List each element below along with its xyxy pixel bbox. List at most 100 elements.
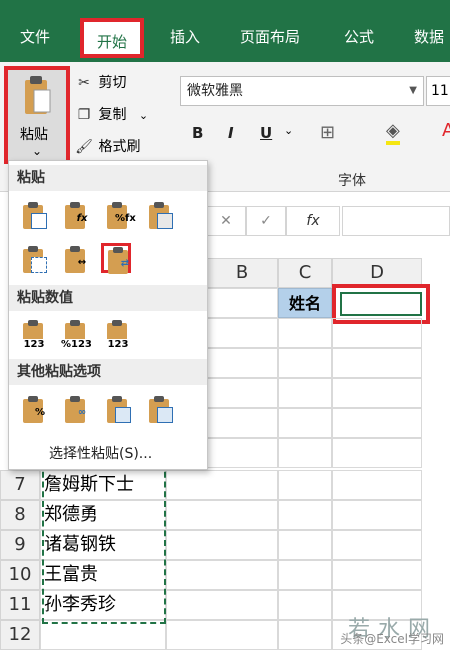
cell-b[interactable] — [206, 288, 278, 318]
cell-b[interactable] — [166, 590, 278, 620]
font-name-select[interactable]: 微软雅黑 ▼ — [180, 76, 424, 106]
cell-c[interactable] — [278, 438, 332, 468]
row-header[interactable]: 12 — [0, 620, 40, 650]
paste-option-formatting[interactable]: % — [19, 395, 49, 425]
cell-b[interactable] — [166, 470, 278, 500]
cell-d[interactable] — [332, 560, 422, 590]
other-paste-section-header: 其他粘贴选项 — [9, 359, 207, 385]
tab-data[interactable]: 数据 — [414, 26, 444, 47]
paste-option-values-source-format[interactable]: 123 — [103, 319, 133, 350]
tab-page-layout[interactable]: 页面布局 — [240, 26, 300, 47]
italic-button[interactable]: I — [228, 124, 234, 142]
paste-option-link[interactable]: ∞ — [61, 395, 91, 425]
cell-b[interactable] — [206, 408, 278, 438]
paste-option-paste[interactable] — [19, 201, 49, 231]
cell-b[interactable] — [166, 560, 278, 590]
cell-d[interactable] — [332, 378, 422, 408]
chevron-down-icon[interactable]: ⌄ — [284, 124, 293, 137]
paste-options-menu: 粘贴 fx %fx ↔ ⇄ 粘贴数值 123 %123 123 其他粘贴选项 %… — [8, 160, 208, 470]
clipboard-icon — [25, 76, 51, 114]
font-name-value: 微软雅黑 — [187, 83, 243, 99]
column-header-b[interactable]: B — [206, 258, 278, 288]
cell-c[interactable] — [278, 470, 332, 500]
cell-b[interactable] — [166, 500, 278, 530]
copy-label: 复制 — [98, 107, 127, 123]
paste-values-section-header: 粘贴数值 — [9, 285, 207, 311]
border-icon[interactable]: ⊞ — [320, 122, 335, 143]
format-painter-button[interactable]: 🖌 格式刷 — [74, 136, 140, 156]
cell-d[interactable] — [332, 470, 422, 500]
cell-b[interactable] — [206, 348, 278, 378]
name-cell[interactable] — [40, 620, 166, 650]
row-header[interactable]: 7 — [0, 470, 40, 500]
cell-c[interactable] — [278, 318, 332, 348]
tab-formulas[interactable]: 公式 — [344, 26, 374, 47]
bold-button[interactable]: B — [192, 124, 203, 142]
copy-icon: ❐ — [77, 107, 91, 123]
cell-d[interactable] — [332, 530, 422, 560]
cell-b[interactable] — [206, 438, 278, 468]
cell-d[interactable] — [332, 500, 422, 530]
name-header-cell[interactable]: 姓名 — [278, 288, 332, 318]
column-header-c[interactable]: C — [278, 258, 332, 288]
font-size-select[interactable]: 11 — [426, 76, 450, 106]
paste-option-formulas-number-format[interactable]: %fx — [103, 201, 136, 231]
paste-option-picture[interactable] — [103, 395, 133, 425]
font-group-label: 字体 — [338, 173, 366, 189]
formula-icon: fx — [76, 213, 88, 224]
paste-option-formulas[interactable]: fx — [61, 201, 91, 231]
cell-c[interactable] — [278, 348, 332, 378]
fx-button[interactable]: fx — [286, 206, 340, 236]
row-header[interactable]: 11 — [0, 590, 40, 620]
cell-d[interactable] — [332, 348, 422, 378]
formula-input[interactable] — [342, 206, 450, 236]
scissors-icon: ✂ — [78, 75, 90, 91]
font-color-icon[interactable]: A — [442, 120, 450, 141]
tab-file[interactable]: 文件 — [20, 26, 50, 47]
cell-c[interactable] — [278, 530, 332, 560]
cell-c[interactable] — [278, 408, 332, 438]
cell-c[interactable] — [278, 378, 332, 408]
paste-option-values[interactable]: 123 — [19, 319, 49, 350]
cell-c[interactable] — [278, 590, 332, 620]
cell-b[interactable] — [166, 620, 278, 650]
paste-label: 粘贴 — [20, 127, 48, 143]
linked-picture-icon — [157, 407, 173, 423]
cell-b[interactable] — [206, 378, 278, 408]
row-header[interactable]: 10 — [0, 560, 40, 590]
paste-option-linked-picture[interactable] — [145, 395, 175, 425]
cell-c[interactable] — [278, 620, 332, 650]
tab-home[interactable]: 开始 — [80, 18, 144, 58]
formula-bar: ✕ ✓ fx — [206, 206, 450, 236]
chevron-down-icon: ⌄ — [138, 109, 149, 122]
copy-button[interactable]: ❐ 复制 ⌄ — [74, 104, 148, 124]
chevron-down-icon: ⌄ — [32, 144, 43, 158]
values-brush-icon: 123 — [103, 339, 133, 350]
cell-b[interactable] — [166, 530, 278, 560]
cell-d[interactable] — [332, 408, 422, 438]
values-percent-icon: %123 — [61, 339, 92, 350]
row-header[interactable]: 9 — [0, 530, 40, 560]
fill-color-icon[interactable]: ◈ — [386, 120, 400, 145]
cancel-icon[interactable]: ✕ — [206, 206, 246, 236]
paste-option-keep-source-format[interactable] — [145, 201, 175, 231]
paste-option-no-borders[interactable] — [19, 245, 49, 275]
underline-button[interactable]: U — [260, 124, 272, 142]
cell-c[interactable] — [278, 500, 332, 530]
picture-icon — [115, 407, 131, 423]
paste-button[interactable]: 粘贴 ⌄ — [4, 66, 70, 164]
paste-option-keep-column-widths[interactable]: ↔ — [61, 245, 91, 275]
row-header[interactable]: 8 — [0, 500, 40, 530]
check-icon[interactable]: ✓ — [246, 206, 286, 236]
tab-insert[interactable]: 插入 — [170, 26, 200, 47]
paste-option-transpose[interactable]: ⇄ — [101, 243, 131, 274]
paste-special-menu-item[interactable]: 选择性粘贴(S)... — [49, 443, 152, 463]
cell-d[interactable] — [332, 318, 422, 348]
paste-icon — [31, 213, 47, 229]
paste-option-values-number-format[interactable]: %123 — [61, 319, 92, 350]
cell-c[interactable] — [278, 560, 332, 590]
copy-marquee — [42, 462, 166, 624]
cell-d[interactable] — [332, 438, 422, 468]
active-cell[interactable] — [340, 292, 422, 316]
cut-button[interactable]: ✂ 剪切 — [74, 72, 126, 92]
